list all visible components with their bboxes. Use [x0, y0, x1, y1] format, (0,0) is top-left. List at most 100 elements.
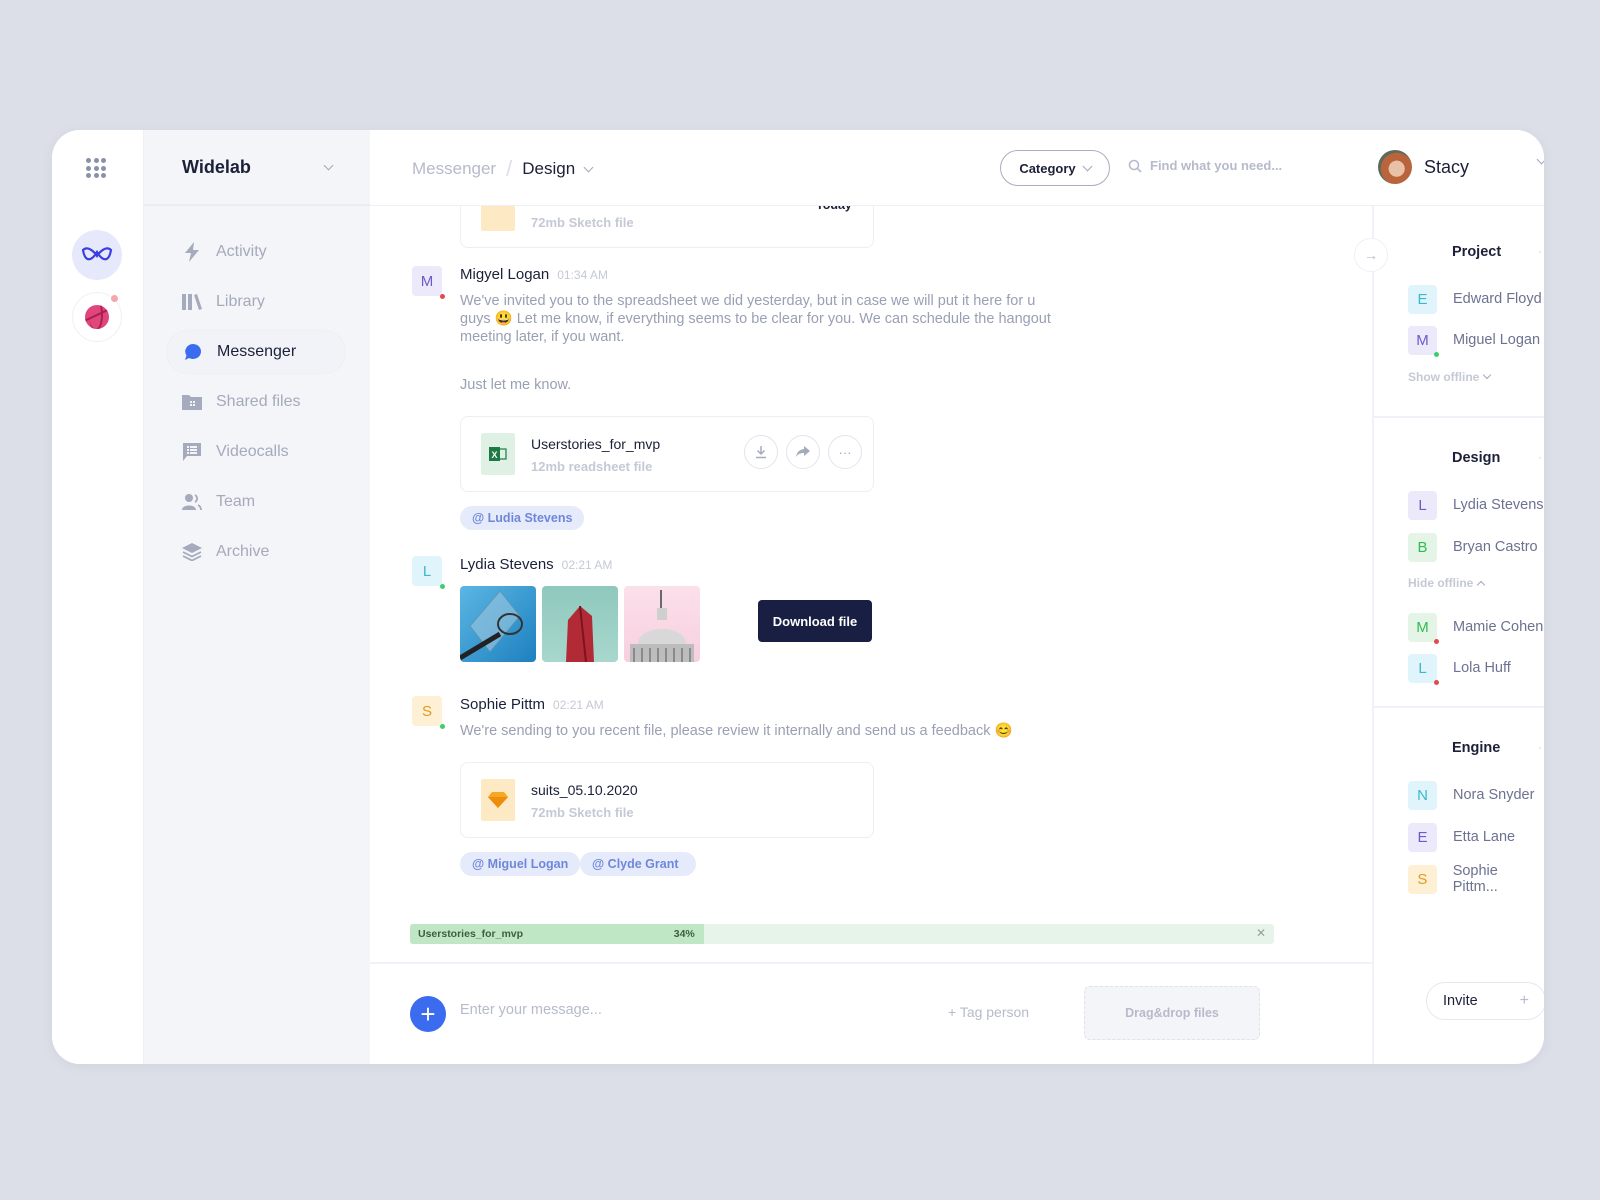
plus-icon: +	[1519, 992, 1529, 1009]
apps-grid-icon[interactable]	[86, 158, 106, 178]
avatar: E	[1408, 284, 1437, 314]
invite-label: Invite	[1443, 993, 1478, 1009]
breadcrumb-messenger[interactable]: Messenger	[412, 159, 496, 179]
avatar-initial: E	[1417, 828, 1428, 846]
ellipsis-icon: ···	[838, 444, 852, 460]
widelab-logo-icon	[81, 247, 113, 261]
folder-icon	[182, 392, 202, 412]
member-name: Bryan Castro	[1453, 539, 1538, 555]
group-more-button[interactable]: ···	[1538, 450, 1544, 464]
close-icon[interactable]: ✕	[1256, 926, 1266, 940]
member-item[interactable]: M Miguel Logan	[1408, 325, 1540, 357]
workspace-rail	[52, 130, 144, 1064]
author-name: Lydia Stevens	[460, 556, 554, 573]
member-name: Etta Lane	[1453, 829, 1516, 845]
message-author: Sophie Pittm 02:21 AM	[460, 696, 604, 713]
search-placeholder: Find what you need...	[1150, 158, 1283, 173]
member-item[interactable]: B Bryan Castro	[1408, 532, 1538, 562]
hide-offline-toggle[interactable]: Hide offline	[1408, 576, 1486, 590]
category-label: Category	[1019, 160, 1076, 176]
divider	[1374, 416, 1544, 418]
file-attachment[interactable]: 72mb Sketch file	[460, 206, 874, 248]
upload-file-name: Userstories_for_mvp	[418, 928, 524, 940]
image-thumbnail[interactable]	[542, 586, 618, 662]
status-dot	[440, 584, 445, 589]
sketch-file-icon	[481, 779, 515, 821]
basketball-hoop-image	[460, 590, 523, 661]
avatar-initial: L	[1418, 496, 1427, 514]
member-name: Nora Snyder	[1453, 787, 1535, 803]
sidebar-item-library[interactable]: Library	[166, 280, 346, 324]
mention-tag[interactable]: @ Clyde Grant	[580, 852, 696, 876]
sidebar-item-label: Shared files	[216, 393, 301, 410]
avatar-initial: M	[1416, 331, 1429, 349]
workspace-switcher[interactable]: Widelab	[144, 130, 370, 206]
user-name: Stacy	[1424, 156, 1470, 177]
mention-tag[interactable]: @ Miguel Logan	[460, 852, 581, 876]
sidebar-item-team[interactable]: Team	[166, 480, 346, 524]
user-menu[interactable]: Stacy	[1378, 150, 1469, 184]
message-line: We've invited you to the spreadsheet we …	[460, 293, 1036, 309]
avatar: N	[1408, 780, 1437, 810]
chevron-down-icon[interactable]	[583, 162, 594, 172]
download-button[interactable]	[744, 435, 778, 469]
share-button[interactable]	[786, 435, 820, 469]
category-dropdown[interactable]: Category	[1000, 150, 1110, 186]
sidebar-item-videocalls[interactable]: Videocalls	[166, 430, 346, 474]
group-title: Project	[1452, 244, 1502, 260]
message-text: We've invited you to the spreadsheet we …	[460, 292, 1051, 346]
avatar-initial: N	[1417, 786, 1428, 804]
image-thumbnail[interactable]	[624, 586, 700, 662]
sidebar-item-label: Activity	[216, 243, 267, 260]
status-dot	[440, 294, 445, 299]
toggle-label: Hide offline	[1408, 576, 1474, 590]
chevron-down-icon[interactable]	[1536, 154, 1544, 165]
member-item[interactable]: N Nora Snyder	[1408, 780, 1534, 810]
workspace-widelab[interactable]	[72, 230, 122, 280]
breadcrumb: Messenger / Design	[412, 156, 594, 182]
avatar-initial: M	[1416, 618, 1429, 636]
mention-tag[interactable]: @ Ludia Stevens	[460, 506, 585, 530]
member-name: Lola Huff	[1453, 660, 1511, 676]
invite-button[interactable]: Invite +	[1426, 982, 1544, 1020]
message-time: 02:21 AM	[561, 558, 613, 572]
sidebar-item-label: Videocalls	[216, 443, 289, 460]
drag-drop-zone[interactable]: Drag&drop files	[1084, 986, 1260, 1040]
search-box[interactable]: Find what you need...	[1128, 158, 1282, 173]
sidebar-nav: Activity Library Messenger Shared files …	[144, 206, 370, 574]
workspace-dribbble[interactable]	[72, 292, 122, 342]
avatar: S	[412, 696, 445, 729]
sidebar-item-messenger[interactable]: Messenger	[166, 330, 346, 374]
group-more-button[interactable]: ···	[1538, 244, 1544, 258]
sidebar-item-label: Team	[216, 493, 256, 510]
member-item[interactable]: L Lola Huff	[1408, 653, 1511, 685]
more-options-button[interactable]: ···	[828, 435, 862, 469]
member-item[interactable]: E Etta Lane	[1408, 822, 1515, 852]
avatar: L	[1408, 653, 1439, 685]
message-time: 01:34 AM	[557, 268, 608, 282]
group-more-button[interactable]: ···	[1538, 740, 1544, 754]
red-building-image	[566, 605, 594, 662]
user-avatar	[1378, 150, 1412, 184]
library-icon	[182, 292, 202, 312]
chat-bubble-icon	[183, 342, 203, 362]
member-item[interactable]: M Mamie Cohen	[1408, 612, 1543, 644]
member-item[interactable]: S Sophie Pittm...	[1408, 863, 1544, 895]
message-input[interactable]	[460, 1002, 860, 1018]
sidebar-item-shared-files[interactable]: Shared files	[166, 380, 346, 424]
member-name: Sophie Pittm...	[1452, 863, 1498, 895]
show-offline-toggle[interactable]: Show offline	[1408, 370, 1492, 384]
file-attachment[interactable]: suits_05.10.2020 72mb Sketch file	[460, 762, 874, 838]
member-item[interactable]: L Lydia Stevens	[1408, 490, 1544, 520]
message-line: meeting later, if you want.	[460, 329, 625, 345]
avatar: M	[1408, 612, 1439, 644]
breadcrumb-design[interactable]: Design	[522, 159, 575, 179]
tag-person-button[interactable]: + Tag person	[948, 1004, 1029, 1020]
sidebar-item-archive[interactable]: Archive	[166, 530, 346, 574]
sidebar-item-activity[interactable]: Activity	[166, 230, 346, 274]
member-item[interactable]: E Edward Floyd	[1408, 284, 1542, 314]
image-thumbnail[interactable]	[460, 586, 536, 662]
chevron-up-icon	[1477, 580, 1486, 589]
collapse-panel-button[interactable]: →	[1354, 238, 1388, 272]
add-attachment-button[interactable]: +	[410, 996, 446, 1032]
